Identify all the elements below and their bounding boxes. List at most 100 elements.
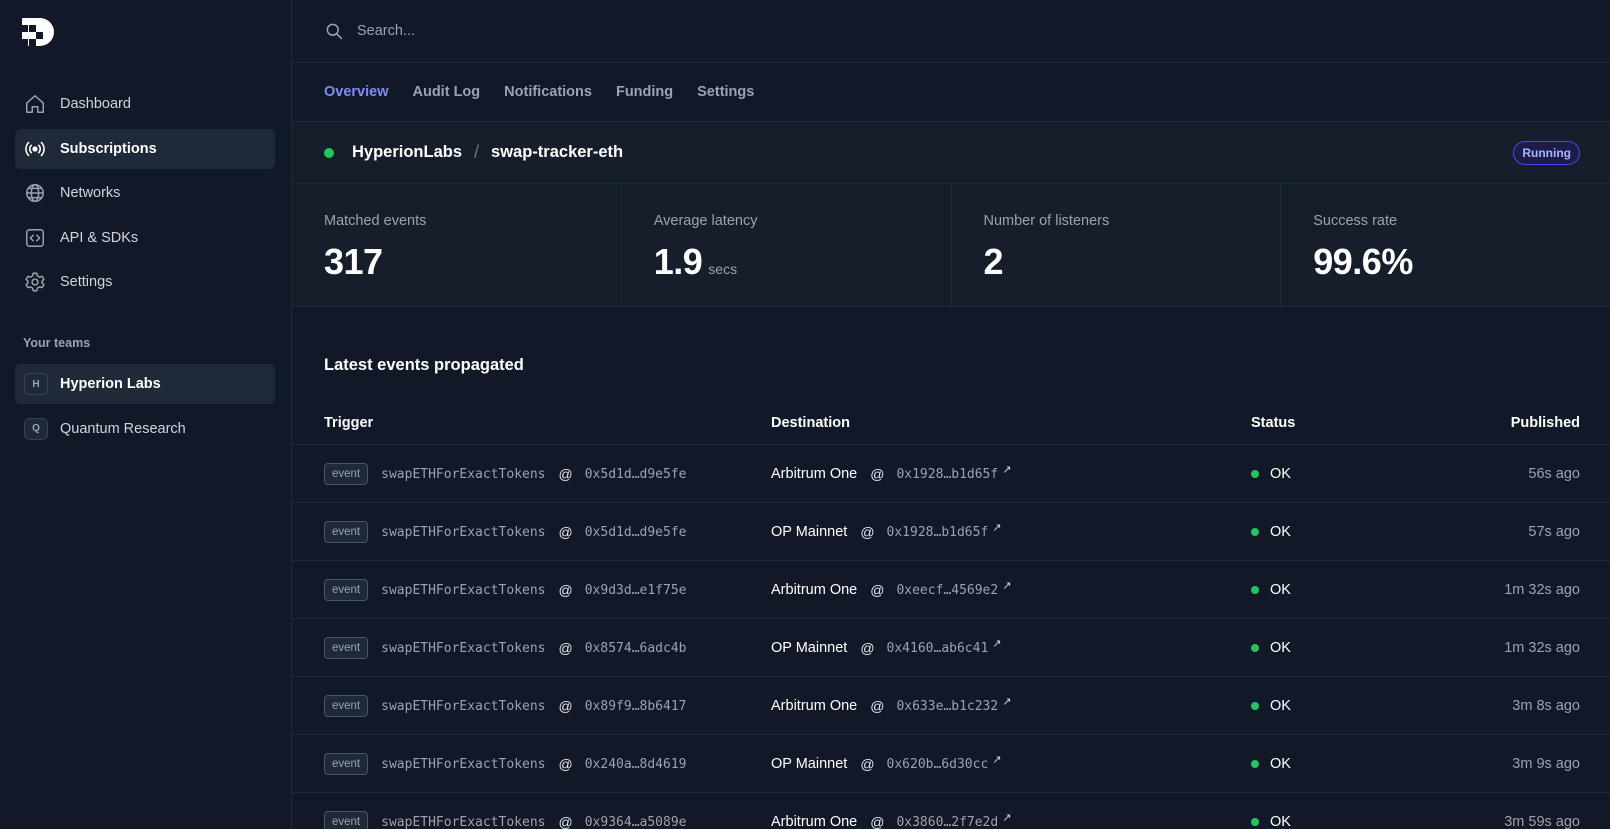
tab-settings[interactable]: Settings [697, 84, 754, 100]
destination-network: OP Mainnet [771, 756, 848, 772]
sidebar-item-settings[interactable]: Settings [15, 262, 275, 302]
main-content: Overview Audit Log Notifications Funding… [292, 0, 1610, 829]
tab-funding[interactable]: Funding [616, 84, 673, 100]
at-symbol: @ [860, 640, 875, 656]
table-row[interactable]: event swapETHForExactTokens @0x240a…8d4619… [292, 735, 1610, 793]
stat-average-latency: Average latency 1.9 secs [622, 184, 952, 306]
published-cell: 3m 59s ago [1504, 793, 1580, 829]
team-label: Hyperion Labs [60, 376, 161, 392]
team-avatar: H [24, 373, 48, 395]
sidebar-item-label: Networks [60, 185, 121, 201]
search-input[interactable] [357, 23, 957, 39]
events-table: Trigger Destination Status Published eve… [292, 402, 1610, 829]
destination-address-link[interactable]: 0xeecf…4569e2 [896, 583, 998, 598]
source-address: 0x89f9…8b6417 [584, 698, 687, 714]
search-bar [292, 0, 1610, 63]
destination-cell: Arbitrum One @0x1928…b1d65f ↗ [771, 445, 1011, 503]
destination-address-link[interactable]: 0x633e…b1c232 [896, 699, 998, 714]
sidebar-item-networks[interactable]: Networks [15, 173, 275, 213]
tab-overview[interactable]: Overview [324, 84, 389, 100]
table-row[interactable]: event swapETHForExactTokens @0x5d1d…d9e5fe… [292, 503, 1610, 561]
stat-success-rate: Success rate 99.6% [1281, 184, 1610, 306]
tab-audit-log[interactable]: Audit Log [413, 84, 481, 100]
external-link-icon[interactable]: ↗ [1002, 695, 1011, 708]
sidebar-item-api-sdks[interactable]: API & SDKs [15, 218, 275, 258]
gear-icon [24, 271, 46, 293]
status-cell: OK [1251, 561, 1291, 619]
published-cell: 56s ago [1528, 445, 1580, 503]
breadcrumb-org[interactable]: HyperionLabs [352, 143, 462, 162]
trigger-function: swapETHForExactTokens [381, 756, 546, 772]
teams-heading: Your teams [23, 336, 91, 350]
stat-label: Matched events [324, 213, 427, 229]
at-symbol: @ [558, 698, 573, 714]
table-row[interactable]: event swapETHForExactTokens @0x8574…6adc4b… [292, 619, 1610, 677]
stat-value: 2 [983, 241, 1004, 282]
table-row[interactable]: event swapETHForExactTokens @0x9364…a5089e… [292, 793, 1610, 829]
trigger-cell: event swapETHForExactTokens @0x9d3d…e1f75e [324, 561, 686, 619]
trigger-cell: event swapETHForExactTokens @0x89f9…8b6417 [324, 677, 686, 735]
destination-address-link[interactable]: 0x1928…b1d65f [896, 467, 998, 482]
trigger-cell: event swapETHForExactTokens @0x5d1d…d9e5fe [324, 503, 686, 561]
home-icon [24, 93, 46, 115]
app-logo[interactable] [22, 14, 58, 50]
status-text: OK [1270, 466, 1291, 482]
status-cell: OK [1251, 677, 1291, 735]
destination-network: OP Mainnet [771, 524, 848, 540]
external-link-icon[interactable]: ↗ [1002, 463, 1011, 476]
stats-panel: Matched events 317 Average latency 1.9 se… [292, 184, 1610, 307]
published-time: 1m 32s ago [1504, 640, 1580, 656]
published-time: 3m 59s ago [1504, 814, 1580, 829]
status-dot [1251, 644, 1259, 652]
source-address: 0x240a…8d4619 [584, 756, 687, 772]
sidebar-item-label: API & SDKs [60, 229, 139, 246]
globe-icon [24, 182, 46, 204]
tab-notifications[interactable]: Notifications [504, 84, 592, 100]
source-address: 0x8574…6adc4b [584, 640, 687, 656]
table-body: event swapETHForExactTokens @0x5d1d…d9e5fe… [292, 445, 1610, 829]
destination-cell: Arbitrum One @0x633e…b1c232 ↗ [771, 677, 1011, 735]
table-row[interactable]: event swapETHForExactTokens @0x9d3d…e1f75e… [292, 561, 1610, 619]
status-text: OK [1270, 756, 1291, 772]
trigger-function: swapETHForExactTokens [381, 814, 546, 829]
table-header: Trigger Destination Status Published [292, 402, 1610, 445]
at-symbol: @ [870, 814, 885, 829]
column-trigger: Trigger [324, 415, 374, 431]
external-link-icon[interactable]: ↗ [992, 753, 1001, 766]
stat-label: Success rate [1313, 213, 1398, 229]
external-link-icon[interactable]: ↗ [1002, 579, 1011, 592]
destination-address-link[interactable]: 0x1928…b1d65f [887, 525, 989, 540]
destination-network: Arbitrum One [771, 698, 858, 714]
status-text: OK [1270, 698, 1291, 714]
at-symbol: @ [870, 582, 885, 598]
table-row[interactable]: event swapETHForExactTokens @0x5d1d…d9e5fe… [292, 445, 1610, 503]
sidebar-item-subscriptions[interactable]: Subscriptions [15, 128, 275, 169]
external-link-icon[interactable]: ↗ [992, 521, 1001, 534]
table-row[interactable]: event swapETHForExactTokens @0x89f9…8b6417… [292, 677, 1610, 735]
status-cell: OK [1251, 445, 1291, 503]
event-tag: event [324, 463, 369, 485]
tab-bar: Overview Audit Log Notifications Funding… [292, 63, 1610, 122]
external-link-icon[interactable]: ↗ [1002, 811, 1011, 824]
sidebar-item-dashboard[interactable]: Dashboard [15, 84, 275, 124]
source-address: 0x5d1d…d9e5fe [584, 524, 687, 540]
stat-unit: secs [708, 261, 738, 277]
external-link-icon[interactable]: ↗ [992, 637, 1001, 650]
at-symbol: @ [558, 582, 573, 598]
trigger-cell: event swapETHForExactTokens @0x8574…6adc4b [324, 619, 686, 677]
code-icon [24, 227, 46, 249]
destination-address-link[interactable]: 0x4160…ab6c41 [887, 641, 989, 656]
destination-cell: Arbitrum One @0x3860…2f7e2d ↗ [771, 793, 1011, 829]
status-cell: OK [1251, 619, 1291, 677]
stat-label: Number of listeners [983, 213, 1110, 229]
destination-address-link[interactable]: 0x3860…2f7e2d [896, 815, 998, 829]
destination-cell: OP Mainnet @0x1928…b1d65f ↗ [771, 503, 1002, 561]
published-time: 56s ago [1528, 466, 1580, 482]
destination-network: Arbitrum One [771, 582, 858, 598]
column-status: Status [1251, 415, 1296, 431]
team-item-quantum-research[interactable]: Q Quantum Research [15, 409, 275, 449]
source-address: 0x9364…a5089e [584, 814, 687, 829]
team-item-hyperion-labs[interactable]: H Hyperion Labs [15, 364, 275, 404]
status-dot [1251, 470, 1259, 478]
destination-address-link[interactable]: 0x620b…6d30cc [887, 757, 989, 772]
